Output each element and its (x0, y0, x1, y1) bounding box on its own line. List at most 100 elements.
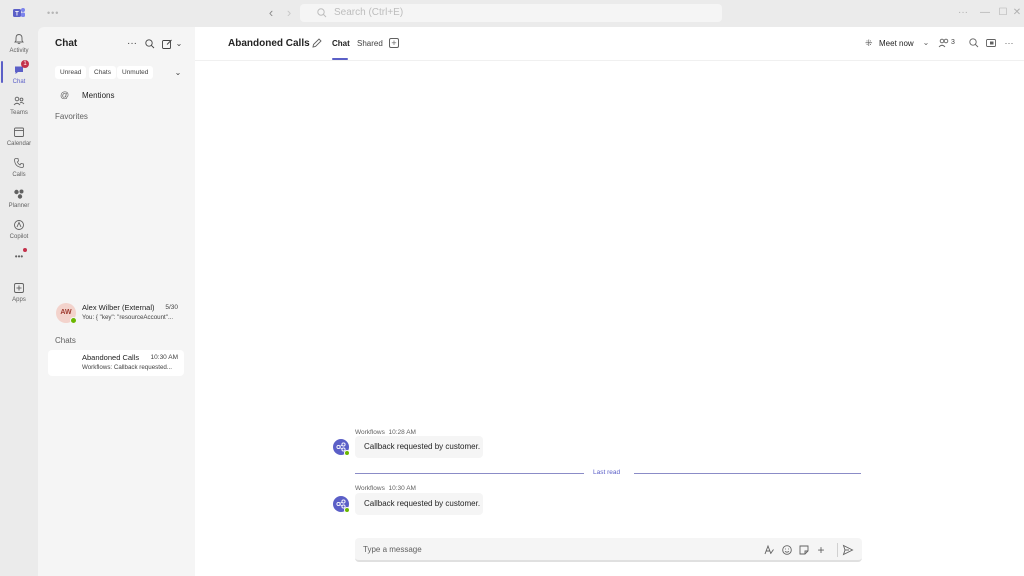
chat-title: Abandoned Calls (228, 38, 310, 49)
rail-item-chat[interactable]: 1 Chat (0, 60, 38, 90)
favorites-header[interactable]: Favorites (55, 112, 88, 121)
rail-label: Planner (8, 203, 30, 209)
mentions-item[interactable]: @ Mentions (60, 89, 180, 103)
planner-icon (13, 188, 25, 200)
chat-item-abandoned-calls[interactable]: Abandoned Calls 10:30 AM Workflows: Call… (48, 350, 184, 376)
sticker-icon[interactable] (798, 544, 810, 556)
minimize-icon[interactable]: — (978, 6, 992, 20)
close-icon[interactable]: ✕ (1010, 6, 1024, 20)
presence-available-icon (344, 450, 350, 456)
emoji-icon[interactable] (781, 544, 793, 556)
attach-plus-icon[interactable]: + (815, 544, 827, 556)
presence-available-icon (70, 317, 77, 324)
notification-dot (23, 248, 27, 252)
chat-item-alex-wilber[interactable]: AW Alex Wilber (External) 5/30 You: { "k… (48, 300, 184, 326)
maximize-icon[interactable]: ☐ (996, 6, 1010, 20)
at-icon: @ (60, 90, 70, 100)
message-time: 10:28 AM (388, 429, 416, 436)
rail-label: Apps (12, 297, 26, 303)
mentions-label: Mentions (82, 91, 115, 100)
edit-icon[interactable] (311, 37, 323, 49)
rail-item-calls[interactable]: Calls (0, 155, 38, 183)
unread-badge: 1 (21, 60, 29, 68)
video-icon: ⁜ (865, 38, 873, 48)
rail-label: Copilot (9, 234, 29, 240)
search-input[interactable]: Search (Ctrl+E) (300, 4, 722, 22)
last-read-divider (355, 473, 584, 474)
teams-logo-icon: T (12, 6, 26, 20)
teams-icon (13, 95, 25, 107)
filter-chats[interactable]: Chats (89, 66, 116, 79)
workflows-avatar[interactable] (333, 439, 350, 456)
more-window-icon[interactable]: ··· (956, 6, 970, 20)
message-sender: Workflows (355, 485, 385, 492)
calendar-icon (13, 126, 25, 138)
workflows-avatar[interactable] (333, 496, 350, 513)
message-time: 10:30 AM (388, 485, 416, 492)
chat-item-name: Alex Wilber (External) (82, 303, 155, 312)
search-icon[interactable] (968, 37, 980, 49)
new-chat-icon[interactable] (161, 38, 173, 50)
message-sender: Workflows (355, 429, 385, 436)
tab-chat[interactable]: Chat (332, 39, 350, 48)
people-icon[interactable] (938, 37, 950, 49)
rail-label: Chat (12, 79, 26, 85)
phone-icon (13, 157, 25, 169)
copilot-icon (13, 219, 25, 231)
meet-chevron-icon[interactable]: ⌄ (920, 37, 932, 49)
header-divider (195, 60, 1024, 61)
rail-label: Teams (10, 110, 28, 116)
chat-item-time: 5/30 (165, 304, 178, 311)
chat-item-preview: You: { "key": "resourceAccount"... (82, 314, 174, 321)
tab-shared[interactable]: Shared (357, 39, 383, 48)
last-read-divider (634, 473, 861, 474)
svg-text:T: T (15, 12, 19, 18)
rail-item-calendar[interactable]: Calendar (0, 124, 38, 152)
message-bubble[interactable]: Callback requested by customer. (355, 436, 483, 458)
rail-item-teams[interactable]: Teams (0, 93, 38, 121)
rail-label: Calls (12, 172, 26, 178)
filter-unread[interactable]: Unread (55, 66, 87, 79)
message-bubble[interactable]: Callback requested by customer. (355, 493, 483, 515)
add-tab-icon[interactable]: + (389, 38, 399, 48)
presence-available-icon (344, 507, 350, 513)
back-arrow-icon[interactable]: ‹ (263, 5, 279, 21)
send-icon[interactable] (842, 544, 854, 556)
app-rail: Activity 1 Chat Teams Calendar Calls Pla… (0, 27, 38, 576)
title-bar: T ••• ‹ › Search (Ctrl+E) ··· — ☐ ✕ (0, 0, 1024, 27)
filter-chevron-icon[interactable]: ⌄ (172, 67, 184, 79)
more-options-icon[interactable]: ••• (47, 8, 59, 18)
chat-list-pane: Chat ··· ⌄ Unread Chats Unmuted ⌄ @ Ment… (38, 27, 195, 576)
rail-item-planner[interactable]: Planner (0, 186, 38, 214)
rail-label: Activity (9, 48, 29, 54)
bell-icon (13, 33, 25, 45)
chats-header[interactable]: Chats (55, 336, 76, 345)
rail-more-button[interactable]: ••• (0, 252, 38, 266)
rail-item-activity[interactable]: Activity (0, 31, 38, 59)
compose-divider (837, 543, 838, 557)
format-icon[interactable] (763, 544, 775, 556)
pane-title: Chat (55, 38, 78, 49)
chat-main: Abandoned Calls Chat Shared + ⁜ Meet now… (195, 27, 1024, 576)
apps-icon (13, 282, 25, 294)
forward-arrow-icon[interactable]: › (281, 5, 297, 21)
participants-count: 3 (951, 39, 955, 46)
message-text: Callback requested by customer. (364, 499, 481, 508)
message-text: Callback requested by customer. (364, 442, 481, 451)
search-icon[interactable] (144, 38, 156, 50)
rail-item-apps[interactable]: Apps (0, 280, 38, 308)
message-meta: Workflows 10:30 AM (355, 485, 416, 492)
chat-item-time: 10:30 AM (150, 354, 178, 361)
search-placeholder: Search (Ctrl+E) (334, 7, 404, 18)
message-meta: Workflows 10:28 AM (355, 429, 416, 436)
filter-unmuted[interactable]: Unmuted (117, 66, 154, 79)
more-options-icon[interactable]: ··· (1003, 37, 1015, 49)
rail-item-copilot[interactable]: Copilot (0, 217, 38, 245)
more-options-icon[interactable]: ··· (126, 38, 138, 50)
compose-placeholder: Type a message (363, 545, 422, 554)
popout-icon[interactable] (985, 37, 997, 49)
chat-item-name: Abandoned Calls (82, 353, 140, 362)
chevron-down-icon[interactable]: ⌄ (173, 38, 185, 50)
last-read-label: Last read (593, 469, 621, 476)
message-compose-box[interactable]: Type a message + (355, 538, 862, 562)
